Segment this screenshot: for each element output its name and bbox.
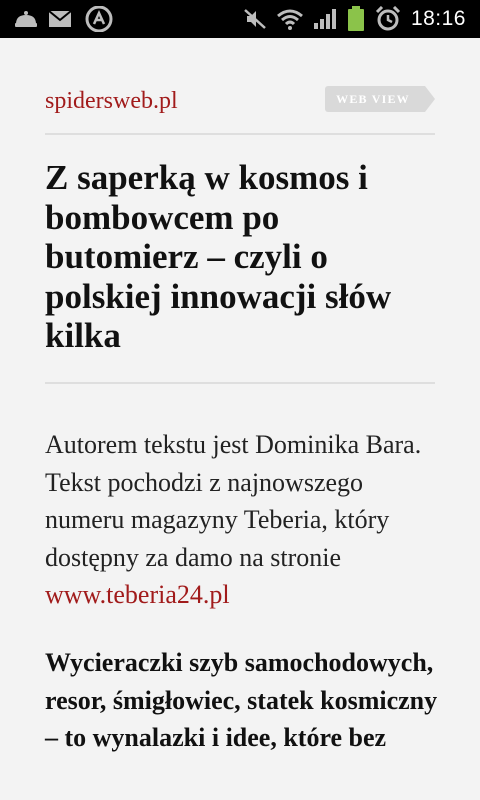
mute-icon: [243, 8, 267, 30]
article-title: Z saperką w kosmos i bombowcem po butomi…: [45, 158, 392, 355]
mail-icon: [48, 10, 72, 28]
header-divider: [45, 133, 435, 135]
article-header: spidersweb.pl WEB VIEW: [45, 86, 435, 116]
intro-text: Autorem tekstu jest Dominika Bara. Tekst…: [45, 430, 422, 572]
status-bar: 18:16: [0, 0, 480, 38]
web-view-label: WEB VIEW: [336, 92, 410, 106]
alarm-icon: [375, 6, 401, 32]
title-divider: [45, 382, 435, 384]
web-view-arrow-icon: [425, 86, 435, 112]
wifi-icon: [276, 8, 303, 30]
battery-icon: [347, 6, 365, 32]
signal-icon: [313, 8, 337, 30]
source-link[interactable]: spidersweb.pl: [45, 88, 178, 115]
teberia-link[interactable]: www.teberia24.pl: [45, 580, 230, 609]
notification-icons: [14, 6, 116, 32]
clock-time: 18:16: [410, 7, 466, 30]
app-notification-icon: [14, 9, 38, 29]
article-intro: Autorem tekstu jest Dominika Bara. Tekst…: [45, 426, 440, 614]
system-icons: 18:16: [243, 6, 466, 32]
web-view-button[interactable]: WEB VIEW: [319, 86, 435, 112]
a-app-icon: [82, 6, 116, 32]
article-lead: Wycieraczki szyb samochodowych, resor, ś…: [45, 648, 438, 752]
